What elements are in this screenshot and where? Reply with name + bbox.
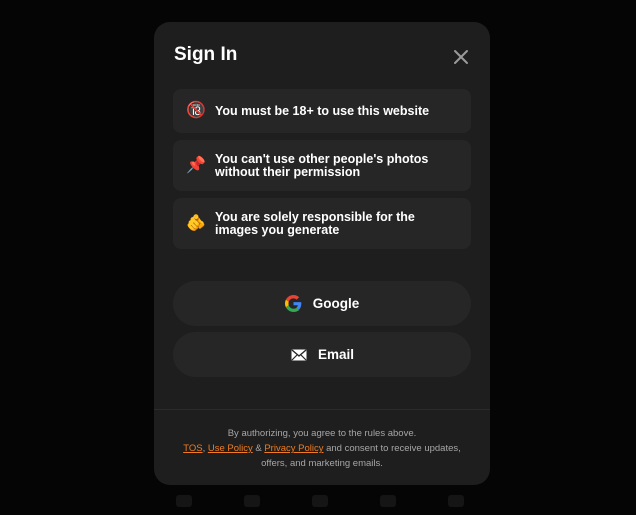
- google-sign-in-button[interactable]: Google: [173, 281, 471, 326]
- background-nav-icon: [448, 494, 464, 507]
- separator: &: [252, 443, 265, 454]
- background-nav-bar: [150, 486, 490, 515]
- rule-responsibility: 🫵 You are solely responsible for the ima…: [173, 198, 471, 249]
- background-nav-icon: [380, 494, 396, 507]
- email-button-label: Email: [317, 347, 355, 362]
- google-button-label: Google: [312, 296, 360, 311]
- privacy-policy-link[interactable]: Privacy Policy: [264, 443, 323, 454]
- email-sign-in-button[interactable]: Email: [173, 332, 471, 377]
- rule-photos: 📌 You can't use other people's photos wi…: [173, 140, 471, 191]
- no-under-18-icon: 🔞: [186, 102, 206, 119]
- background-nav-icon: [244, 494, 260, 507]
- rule-text: You are solely responsible for the image…: [215, 209, 415, 237]
- footer-divider: [154, 409, 490, 410]
- background-nav-icon: [176, 494, 192, 507]
- rule-text: You must be 18+ to use this website: [215, 103, 430, 118]
- pushpin-icon: 📌: [186, 156, 206, 174]
- google-icon: [285, 295, 303, 313]
- background-nav-icon: [312, 494, 328, 507]
- modal-title: Sign In: [174, 44, 238, 65]
- rule-text: You can't use other people's photos with…: [215, 151, 429, 179]
- consent-footer: By authorizing, you agree to the rules a…: [174, 426, 470, 471]
- tos-link[interactable]: TOS: [183, 443, 202, 454]
- use-policy-link[interactable]: Use Policy: [208, 443, 253, 454]
- rule-age: 🔞 You must be 18+ to use this website: [173, 89, 471, 133]
- pointing-hand-icon: 🫵: [186, 214, 206, 232]
- close-button[interactable]: [452, 48, 470, 66]
- mail-icon: [290, 346, 308, 364]
- sign-in-modal: Sign In 🔞 You must be 18+ to use this we…: [154, 22, 490, 485]
- consent-intro: By authorizing, you agree to the rules a…: [227, 428, 417, 439]
- close-icon: [454, 50, 468, 64]
